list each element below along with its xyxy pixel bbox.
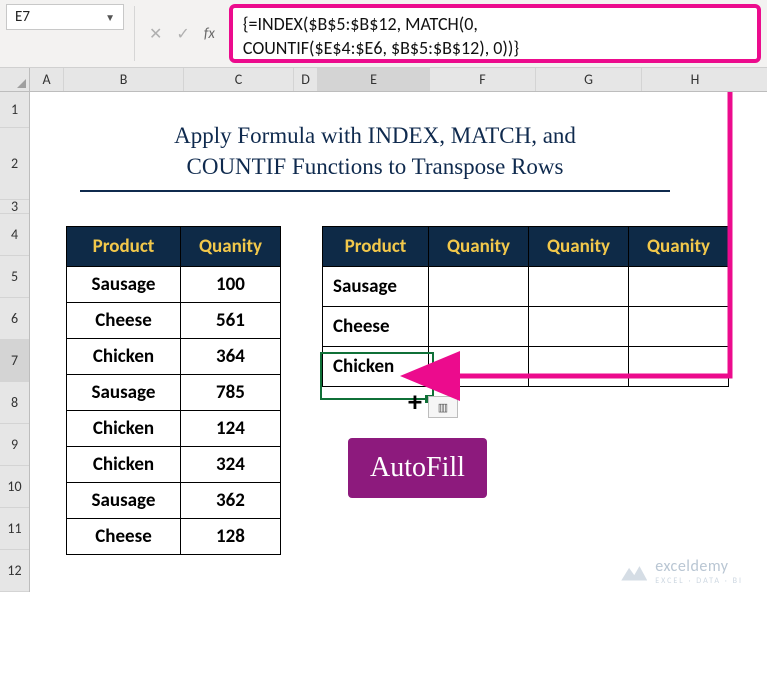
cell[interactable]: 364 [181, 339, 281, 375]
cell[interactable]: Sausage [323, 267, 429, 307]
table-header-row: Product Quanity [67, 227, 281, 267]
table-row: Chicken324 [67, 447, 281, 483]
col-header-B[interactable]: B [64, 68, 184, 91]
row-header-9[interactable]: 9 [0, 424, 29, 466]
cell[interactable] [529, 267, 629, 307]
cell[interactable]: Chicken [67, 411, 181, 447]
watermark-tagline: EXCEL · DATA · BI [655, 576, 743, 586]
column-headers: A B C D E F G H [0, 68, 767, 92]
row-header-10[interactable]: 10 [0, 466, 29, 508]
cell[interactable]: Chicken [67, 339, 181, 375]
row-header-1[interactable]: 1 [0, 92, 29, 128]
name-box-value: E7 [15, 8, 30, 26]
col-header-F[interactable]: F [430, 68, 536, 91]
formula-line-2: COUNTIF($E$4:$E6, $B$5:$B$12), 0))} [243, 36, 747, 60]
table-header-row: Product Quanity Quanity Quanity [323, 227, 729, 267]
table-row: Chicken [323, 347, 729, 387]
row-header-12[interactable]: 12 [0, 550, 29, 592]
cell-E7[interactable]: Chicken [323, 347, 429, 387]
cell[interactable]: 362 [181, 483, 281, 519]
table-row: Sausage [323, 267, 729, 307]
row-headers: 1 2 3 4 5 6 7 8 9 10 11 12 [0, 92, 30, 592]
row-header-4[interactable]: 4 [0, 214, 29, 256]
row-header-11[interactable]: 11 [0, 508, 29, 550]
cell[interactable] [629, 347, 729, 387]
formula-input[interactable]: {=INDEX($B$5:$B$12, MATCH(0, COUNTIF($E$… [229, 4, 761, 63]
cell[interactable] [529, 307, 629, 347]
watermark-logo-icon [621, 563, 647, 581]
formula-line-1: {=INDEX($B$5:$B$12, MATCH(0, [243, 12, 747, 36]
cancel-icon[interactable]: ✕ [149, 24, 162, 44]
cell[interactable] [429, 347, 529, 387]
fx-icon[interactable]: fx [204, 25, 215, 43]
cell[interactable]: Sausage [67, 375, 181, 411]
row-header-3[interactable]: 3 [0, 200, 29, 214]
row-header-2[interactable]: 2 [0, 128, 29, 200]
table-row: Sausage785 [67, 375, 281, 411]
table-row: Chicken364 [67, 339, 281, 375]
separator [134, 6, 135, 61]
autofill-options-icon[interactable]: ▥ [428, 396, 458, 418]
col-header-G[interactable]: G [536, 68, 642, 91]
row-header-7[interactable]: 7 [0, 340, 29, 382]
cell[interactable]: Sausage [67, 483, 181, 519]
title-line-1: Apply Formula with INDEX, MATCH, and [80, 120, 670, 151]
autofill-callout: AutoFill [348, 438, 487, 498]
cell[interactable] [429, 307, 529, 347]
formula-bar-row: E7 ▼ ✕ ✓ fx {=INDEX($B$5:$B$12, MATCH(0,… [0, 0, 767, 68]
title-line-2: COUNTIF Functions to Transpose Rows [80, 151, 670, 182]
col-header-H[interactable]: H [642, 68, 748, 91]
cell[interactable]: Chicken [67, 447, 181, 483]
cell[interactable]: 785 [181, 375, 281, 411]
formula-bar-buttons: ✕ ✓ fx [141, 4, 223, 63]
table-row: Sausage362 [67, 483, 281, 519]
row-header-6[interactable]: 6 [0, 298, 29, 340]
table-row: Sausage100 [67, 267, 281, 303]
header-quantity[interactable]: Quanity [529, 227, 629, 267]
title-block: Apply Formula with INDEX, MATCH, and COU… [80, 120, 670, 192]
table-row: Cheese561 [67, 303, 281, 339]
cell[interactable]: 100 [181, 267, 281, 303]
cell[interactable]: Cheese [323, 307, 429, 347]
cell[interactable] [429, 267, 529, 307]
cell[interactable]: Sausage [67, 267, 181, 303]
row-header-5[interactable]: 5 [0, 256, 29, 298]
name-box-dropdown-icon[interactable]: ▼ [105, 11, 115, 24]
cell[interactable] [529, 347, 629, 387]
header-quantity[interactable]: Quanity [429, 227, 529, 267]
header-product[interactable]: Product [67, 227, 181, 267]
enter-icon[interactable]: ✓ [176, 24, 189, 44]
select-all-corner[interactable] [0, 68, 30, 91]
watermark: exceldemy EXCEL · DATA · BI [621, 557, 743, 586]
header-quantity[interactable]: Quanity [181, 227, 281, 267]
cell[interactable]: 561 [181, 303, 281, 339]
table-row: Cheese128 [67, 519, 281, 555]
cell[interactable] [629, 267, 729, 307]
header-quantity[interactable]: Quanity [629, 227, 729, 267]
cell[interactable]: Cheese [67, 303, 181, 339]
table-row: Chicken124 [67, 411, 281, 447]
watermark-brand: exceldemy [655, 557, 728, 576]
source-table: Product Quanity Sausage100 Cheese561 Chi… [66, 226, 281, 555]
col-header-E[interactable]: E [318, 68, 430, 91]
cell[interactable]: Cheese [67, 519, 181, 555]
cell[interactable]: 128 [181, 519, 281, 555]
col-header-A[interactable]: A [30, 68, 64, 91]
col-header-C[interactable]: C [184, 68, 294, 91]
worksheet-grid: 1 2 3 4 5 6 7 8 9 10 11 12 Apply Formula… [0, 92, 767, 592]
name-box[interactable]: E7 ▼ [6, 4, 124, 30]
cell[interactable] [629, 307, 729, 347]
col-header-D[interactable]: D [294, 68, 318, 91]
cell[interactable]: 324 [181, 447, 281, 483]
cell[interactable]: 124 [181, 411, 281, 447]
worksheet-area[interactable]: Apply Formula with INDEX, MATCH, and COU… [30, 92, 767, 592]
row-header-8[interactable]: 8 [0, 382, 29, 424]
result-table: Product Quanity Quanity Quanity Sausage … [322, 226, 729, 387]
fill-cursor-icon: + [408, 388, 422, 416]
table-row: Cheese [323, 307, 729, 347]
header-product[interactable]: Product [323, 227, 429, 267]
